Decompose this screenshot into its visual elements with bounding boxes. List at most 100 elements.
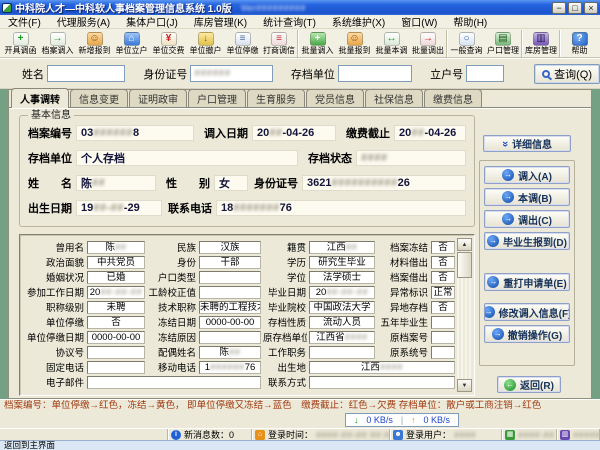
- menu-item[interactable]: 系统维护(X): [324, 14, 393, 29]
- back-button[interactable]: 返回(R): [497, 376, 561, 393]
- detail-field-value[interactable]: 否: [87, 316, 145, 329]
- detail-field-value[interactable]: 未聘: [87, 301, 145, 314]
- menu-item[interactable]: 代理服务(A): [49, 14, 118, 29]
- name-field[interactable]: 陈##: [76, 175, 156, 191]
- restore-button[interactable]: □: [568, 2, 582, 14]
- detail-field-value[interactable]: 1######76: [199, 361, 261, 374]
- detail-field-value[interactable]: 正常: [431, 286, 455, 299]
- detail-field-value[interactable]: [87, 361, 145, 374]
- detail-field-value[interactable]: [199, 286, 261, 299]
- detail-field-value[interactable]: [309, 376, 455, 389]
- toolbar-unit-create-button[interactable]: ⌂ 单位立户: [113, 30, 150, 57]
- archive-unit-field[interactable]: 个人存档: [76, 150, 298, 166]
- detail-field-value[interactable]: 中国政法大学: [309, 301, 375, 314]
- undo-operation-button[interactable]: 撤销操作(G): [484, 325, 570, 343]
- menu-item[interactable]: 集体户口(J): [118, 14, 186, 29]
- menu-item[interactable]: 统计查询(T): [255, 14, 324, 29]
- search-name-input[interactable]: [47, 65, 125, 82]
- tab[interactable]: 证明政审: [129, 89, 187, 108]
- query-button[interactable]: 查询(Q): [534, 64, 600, 84]
- detail-field-value[interactable]: [431, 316, 455, 329]
- detail-field-value[interactable]: [87, 376, 261, 389]
- detail-info-button[interactable]: 详细信息: [483, 135, 571, 152]
- toolbar-batch-report-button[interactable]: ☺ 批量报到: [336, 30, 373, 57]
- pay-until-field[interactable]: 20##-04-26: [394, 125, 466, 141]
- detail-field-value[interactable]: [87, 346, 145, 359]
- detail-field-value[interactable]: [199, 271, 261, 284]
- tab[interactable]: 生育服务: [247, 89, 305, 108]
- search-account-input[interactable]: [466, 65, 504, 82]
- edit-transfer-info-button[interactable]: 修改调入信息(F): [484, 303, 570, 321]
- contact-phone-field[interactable]: 18#######76: [216, 200, 466, 216]
- detail-field-value[interactable]: 已婚: [87, 271, 145, 284]
- toolbar-unit-pay-button[interactable]: ¥ 单位交费: [150, 30, 187, 57]
- toolbar-help-button[interactable]: ? 帮助: [561, 30, 598, 57]
- menu-item[interactable]: 文件(F): [0, 14, 49, 29]
- transfer-out-button[interactable]: 调出(C): [484, 210, 570, 228]
- detail-field-value[interactable]: 汉族: [199, 241, 261, 254]
- gender-field[interactable]: 女: [214, 175, 248, 191]
- tab[interactable]: 户口管理: [188, 89, 246, 108]
- scrollbar-thumb[interactable]: [457, 252, 472, 278]
- graduate-report-button[interactable]: 毕业生报到(D): [484, 232, 570, 250]
- detail-field-value[interactable]: [199, 331, 261, 344]
- toolbar-unit-stop-button[interactable]: ≡ 单位停缴: [224, 30, 261, 57]
- detail-field-value[interactable]: 研究生毕业: [309, 256, 375, 269]
- toolbar-batch-in-button[interactable]: + 批量调入: [299, 30, 336, 57]
- scroll-up-arrow-icon[interactable]: ▲: [457, 238, 472, 251]
- toolbar-issue-letter-button[interactable]: + 开具调函: [2, 30, 39, 57]
- menu-item[interactable]: 帮助(H): [445, 14, 495, 29]
- detail-field-value[interactable]: 法学硕士: [309, 271, 375, 284]
- detail-field-value[interactable]: [431, 346, 455, 359]
- detail-field-value[interactable]: 0000-00-00: [87, 331, 145, 344]
- toolbar-general-query-button[interactable]: ○ 一般查询: [448, 30, 485, 57]
- detail-field-value[interactable]: 否: [431, 241, 455, 254]
- toolbar-warehouse-button[interactable]: ▥ 库房管理: [523, 30, 560, 57]
- detail-field-value[interactable]: 未聘的工程技术人员: [199, 301, 261, 314]
- birth-date-field[interactable]: 19##-##-29: [76, 200, 162, 216]
- tab[interactable]: 社保信息: [365, 89, 423, 108]
- vertical-scrollbar[interactable]: ▲ ▼: [457, 238, 472, 392]
- toolbar-archive-in-button[interactable]: → 档案调入: [39, 30, 76, 57]
- local-transfer-button[interactable]: 本调(B): [484, 188, 570, 206]
- detail-field-value[interactable]: 否: [431, 301, 455, 314]
- detail-field-value[interactable]: 流动人员: [309, 316, 375, 329]
- detail-field-value[interactable]: 中共党员: [87, 256, 145, 269]
- toolbar-new-report-button[interactable]: ☺ 新增报到: [76, 30, 113, 57]
- detail-field-value[interactable]: 江西##: [309, 241, 375, 254]
- detail-field-value[interactable]: 陈##: [87, 241, 145, 254]
- detail-field-value[interactable]: [309, 346, 375, 359]
- detail-field-value[interactable]: [431, 331, 455, 344]
- tab[interactable]: 党员信息: [306, 89, 364, 108]
- file-no-field[interactable]: 03######8: [76, 125, 194, 141]
- detail-field-value[interactable]: 江西省####: [309, 331, 375, 344]
- in-date-field[interactable]: 20##-04-26: [252, 125, 336, 141]
- detail-field-value[interactable]: 否: [431, 256, 455, 269]
- menu-item[interactable]: 窗口(W): [393, 14, 445, 29]
- detail-field-value[interactable]: 0000-00-00: [199, 316, 261, 329]
- tab[interactable]: 信息变更: [70, 89, 128, 108]
- detail-field-value[interactable]: 江西####: [309, 361, 455, 374]
- archive-status-field[interactable]: ####: [356, 150, 466, 166]
- idcard-field[interactable]: 3621##########26: [302, 175, 466, 191]
- menu-item[interactable]: 库房管理(K): [186, 14, 255, 29]
- reprint-form-button[interactable]: 重打申请单(E): [484, 273, 570, 291]
- transfer-in-button[interactable]: 调入(A): [484, 166, 570, 184]
- detail-field-value[interactable]: 20##-##-##: [87, 286, 145, 299]
- toolbar-hukou-manage-button[interactable]: ▤ 户口管理: [485, 30, 522, 57]
- toolbar-batch-out-button[interactable]: → 批量调出: [410, 30, 447, 57]
- toolbar-print-letter-button[interactable]: ≡ 打商调信: [261, 30, 298, 57]
- search-idcard-input[interactable]: ######: [190, 65, 272, 82]
- minimize-button[interactable]: −: [552, 2, 566, 14]
- tab[interactable]: 缴费信息: [424, 89, 482, 108]
- detail-field-value[interactable]: 陈##: [199, 346, 261, 359]
- scroll-down-arrow-icon[interactable]: ▼: [457, 379, 472, 392]
- toolbar-unit-close-button[interactable]: ↓ 单位撤户: [187, 30, 224, 57]
- detail-field-value[interactable]: 20##-##-##: [309, 286, 375, 299]
- close-button[interactable]: ×: [584, 2, 598, 14]
- detail-field-value[interactable]: 干部: [199, 256, 261, 269]
- toolbar-batch-local-button[interactable]: ↔ 批量本调: [373, 30, 410, 57]
- search-unit-input[interactable]: [338, 65, 412, 82]
- tab[interactable]: 人事调转: [11, 88, 69, 108]
- detail-field-value[interactable]: 否: [431, 271, 455, 284]
